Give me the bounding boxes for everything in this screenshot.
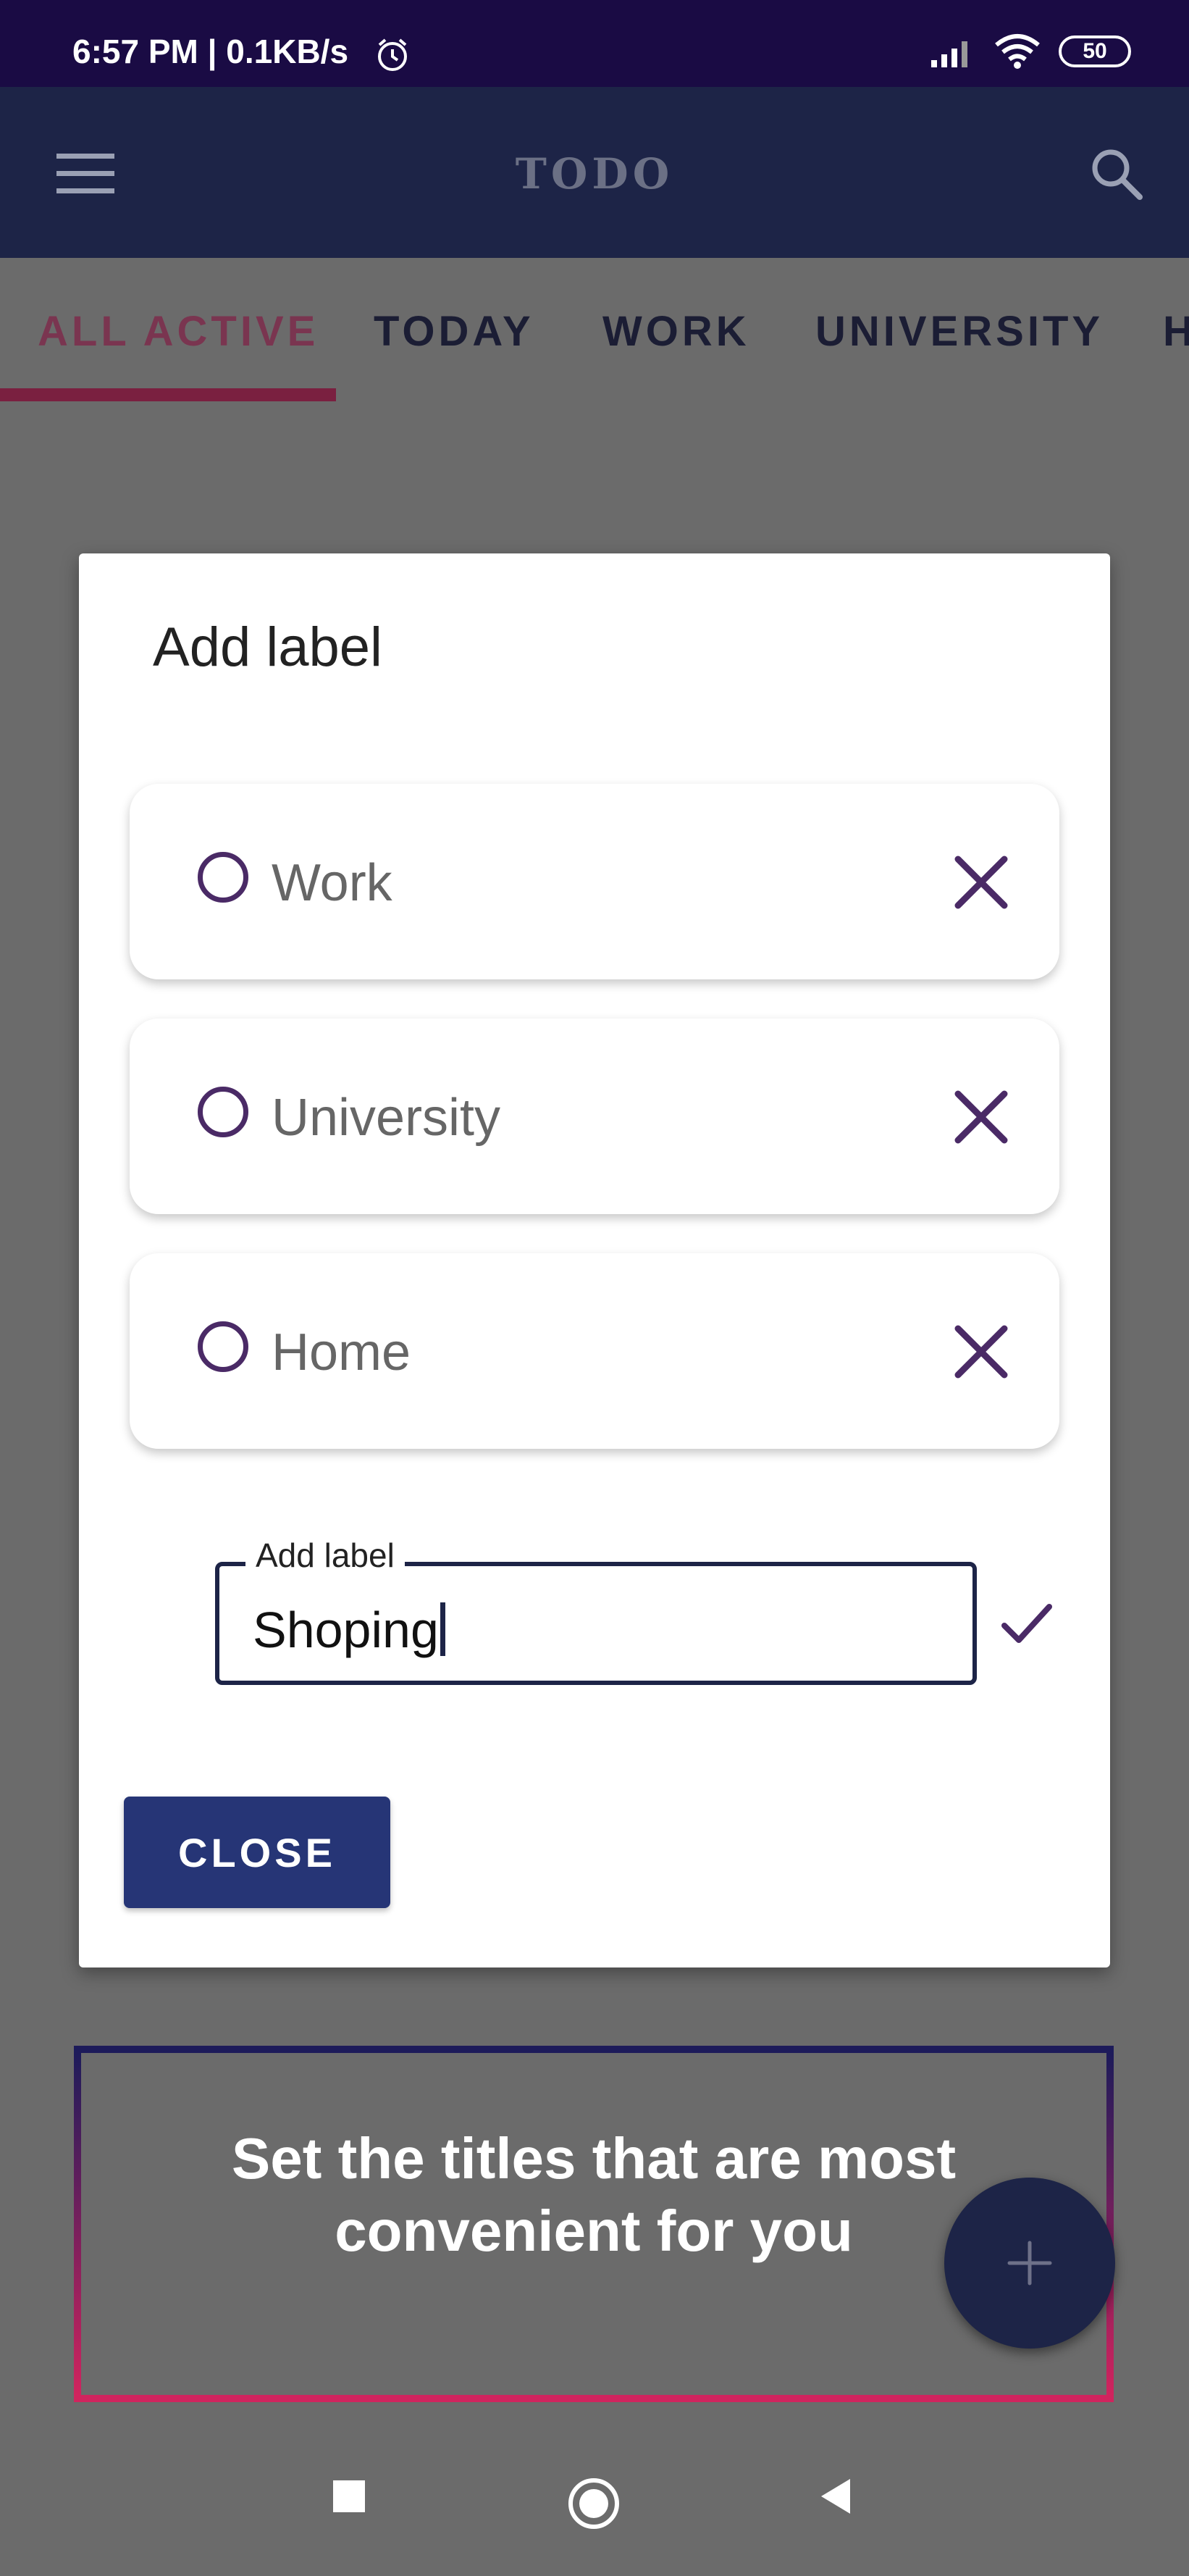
input-floating-label: Add label xyxy=(245,1536,405,1575)
check-icon[interactable] xyxy=(991,1589,1061,1659)
add-label-input[interactable]: Add label Shoping xyxy=(215,1536,977,1685)
promo-text-line1: Set the titles that are most xyxy=(231,2126,957,2191)
app-bar: TODO xyxy=(0,87,1189,258)
plus-icon xyxy=(1007,2241,1052,2286)
search-icon[interactable] xyxy=(1088,145,1146,203)
dialog-title: Add label xyxy=(153,616,382,678)
label-item-university[interactable]: University xyxy=(130,1019,1059,1214)
tab-work[interactable]: WORK xyxy=(602,307,750,356)
status-bar: 6:57 PM | 0.1KB/s 50 xyxy=(0,0,1189,87)
label-item-text: University xyxy=(272,1089,501,1147)
battery-level: 50 xyxy=(1083,39,1107,63)
add-label-dialog: Add label Work University Home Add label… xyxy=(79,553,1110,1967)
add-task-button[interactable] xyxy=(944,2178,1115,2349)
signal-icon xyxy=(931,41,967,67)
label-item-home[interactable]: Home xyxy=(130,1253,1059,1449)
system-nav-bar xyxy=(0,2431,1189,2576)
tab-university[interactable]: UNIVERSITY xyxy=(815,307,1104,356)
label-item-text: Work xyxy=(272,854,392,912)
tab-indicator xyxy=(0,388,336,401)
recents-icon[interactable] xyxy=(327,2475,371,2518)
close-button[interactable]: CLOSE xyxy=(124,1797,390,1908)
radio-button[interactable] xyxy=(198,1321,248,1372)
tab-home[interactable]: H xyxy=(1163,307,1189,356)
label-item-text: Home xyxy=(272,1323,411,1381)
battery-icon: 50 xyxy=(1059,35,1131,67)
label-item-work[interactable]: Work xyxy=(130,784,1059,979)
status-time: 6:57 PM | 0.1KB/s xyxy=(72,33,349,70)
tab-all-active[interactable]: ALL ACTIVE xyxy=(38,307,319,356)
tab-today[interactable]: TODAY xyxy=(374,307,534,356)
alarm-icon xyxy=(378,38,407,71)
close-icon[interactable] xyxy=(946,1317,1016,1387)
close-icon[interactable] xyxy=(946,848,1016,917)
wifi-icon xyxy=(995,34,1040,69)
tab-bar: ALL ACTIVE TODAY WORK UNIVERSITY H xyxy=(0,258,1189,403)
text-caret xyxy=(440,1602,445,1656)
input-value: Shoping xyxy=(253,1602,439,1658)
radio-button[interactable] xyxy=(198,852,248,903)
back-icon[interactable] xyxy=(814,2475,857,2518)
close-icon[interactable] xyxy=(946,1082,1016,1152)
home-nav-icon[interactable] xyxy=(565,2475,623,2533)
app-title: TODO xyxy=(515,149,674,198)
radio-button[interactable] xyxy=(198,1087,248,1137)
